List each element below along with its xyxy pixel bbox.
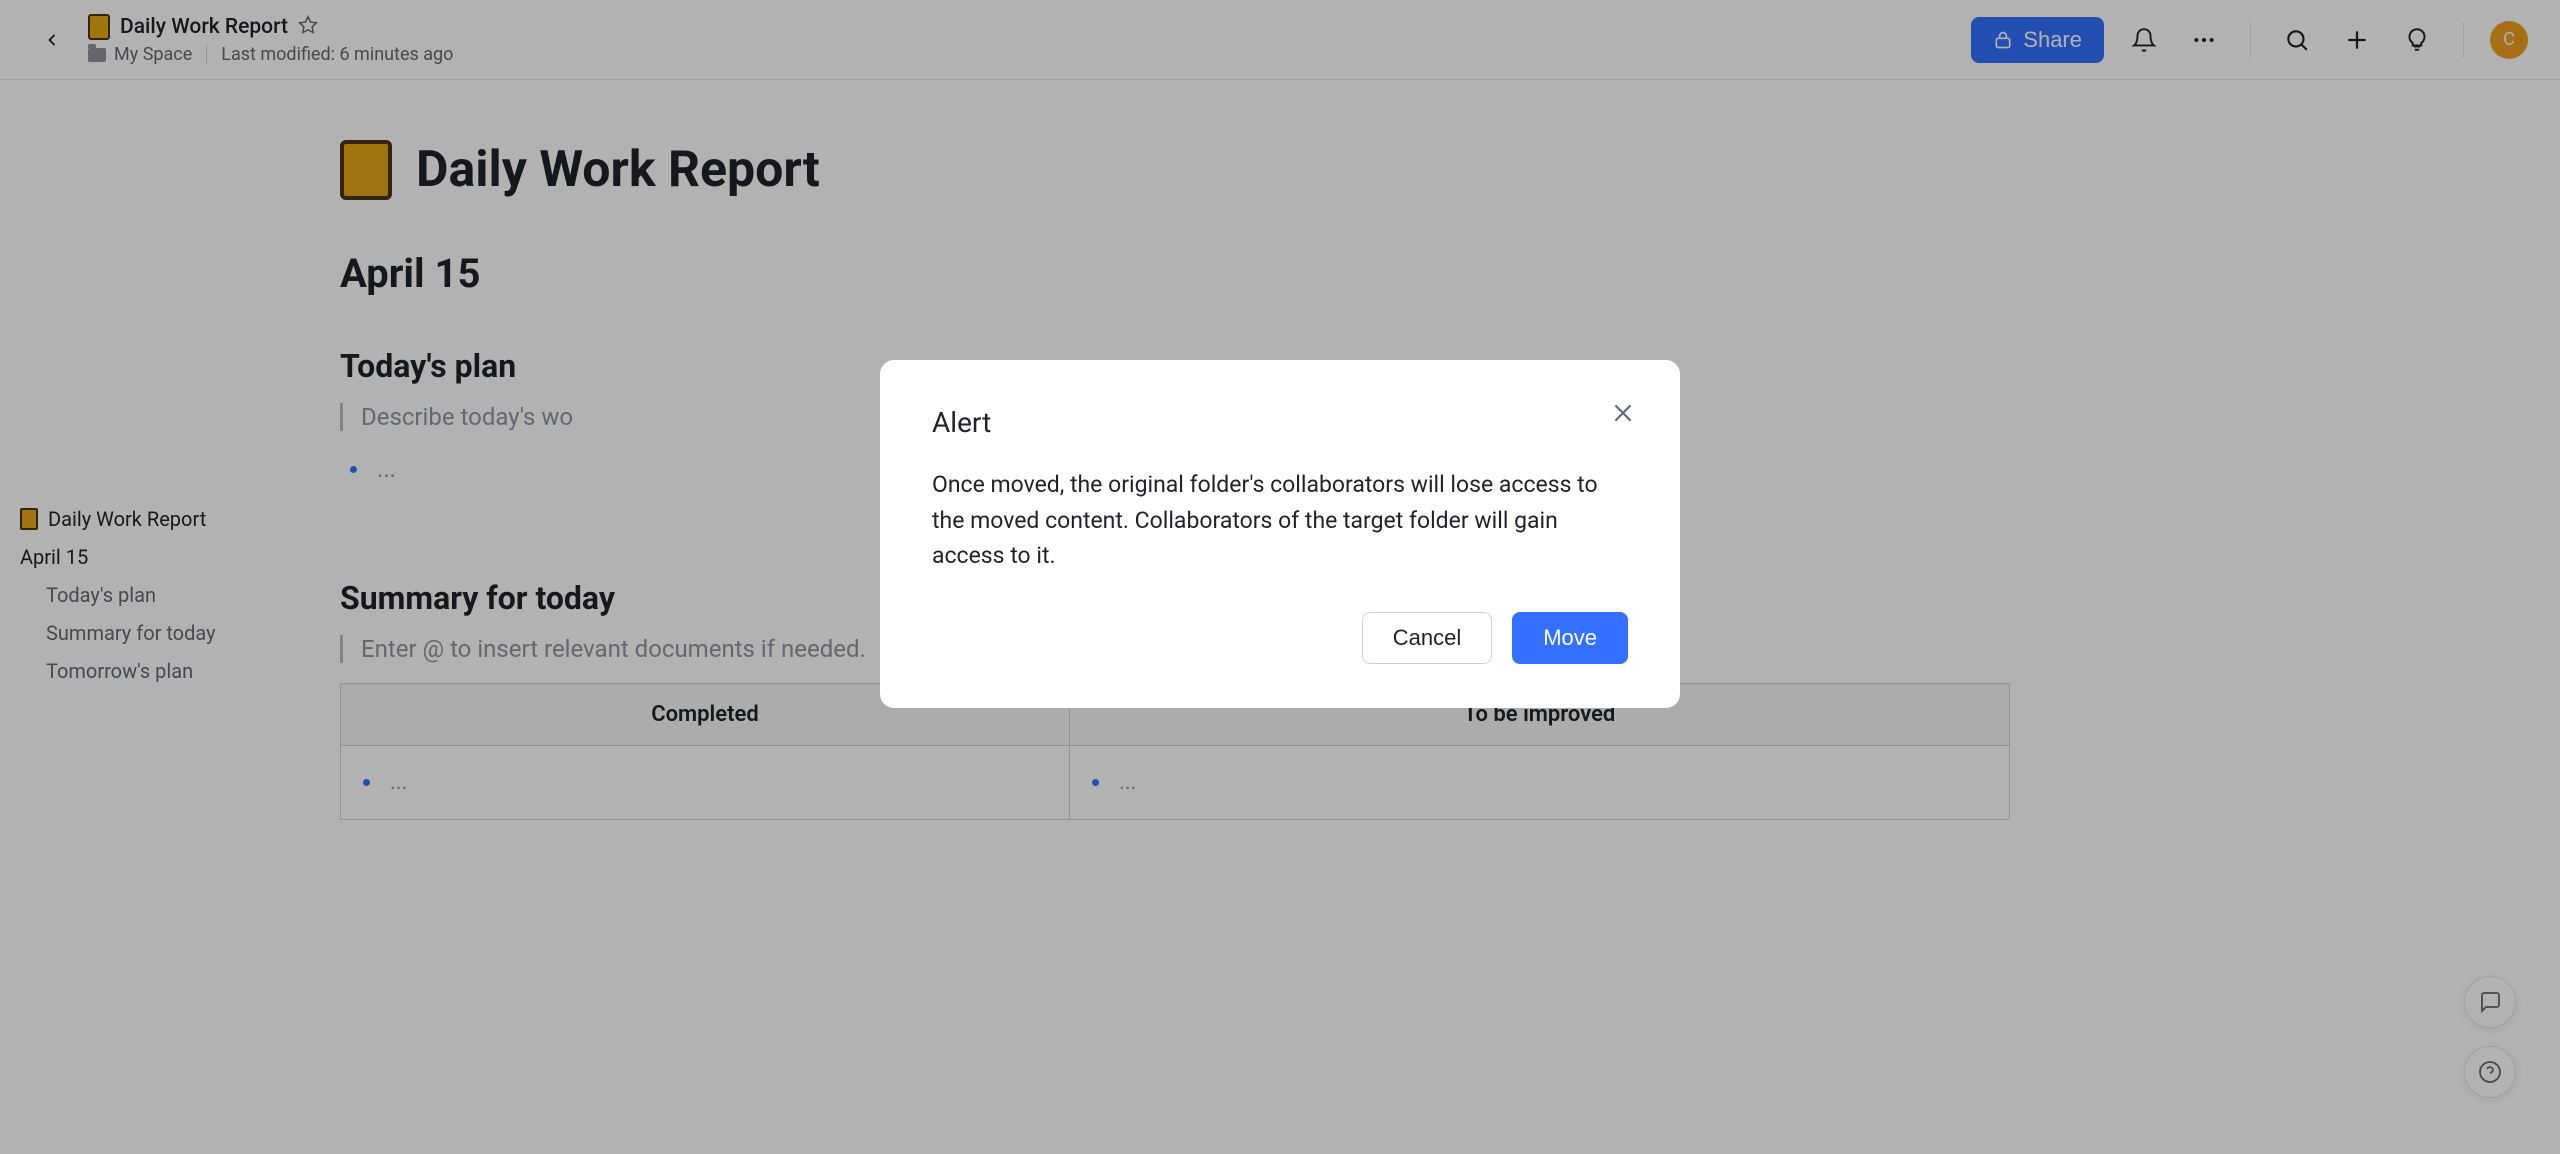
- modal-overlay[interactable]: Alert Once moved, the original folder's …: [0, 0, 2560, 1154]
- move-button[interactable]: Move: [1512, 612, 1628, 664]
- close-icon: [1610, 400, 1636, 426]
- modal-title: Alert: [932, 406, 1628, 439]
- cancel-button[interactable]: Cancel: [1362, 612, 1492, 664]
- modal-body: Once moved, the original folder's collab…: [932, 467, 1628, 574]
- modal-footer: Cancel Move: [932, 612, 1628, 664]
- alert-modal: Alert Once moved, the original folder's …: [880, 360, 1680, 708]
- modal-close-button[interactable]: [1610, 400, 1636, 430]
